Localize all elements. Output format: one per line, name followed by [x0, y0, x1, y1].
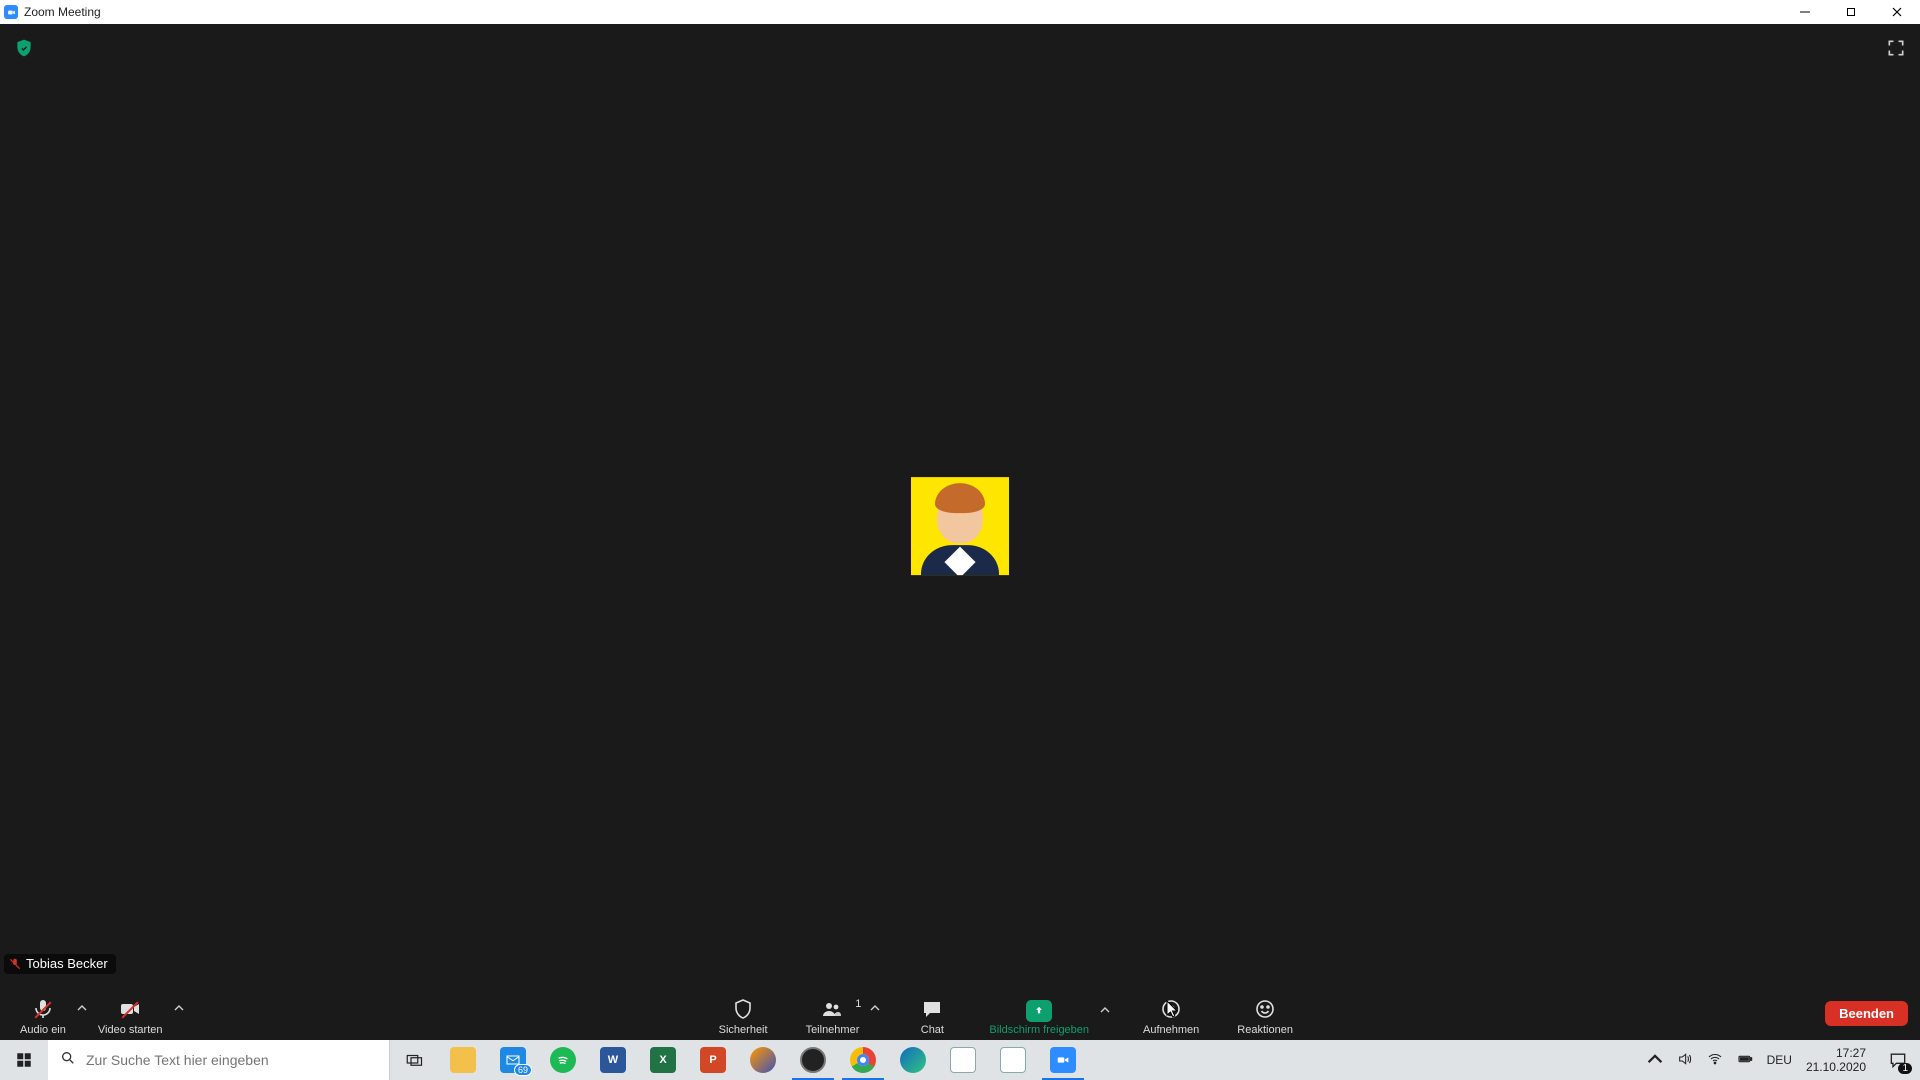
taskbar-app-notepad[interactable] [938, 1040, 988, 1080]
participant-name-text: Tobias Becker [26, 956, 108, 971]
share-label: Bildschirm freigeben [989, 1024, 1089, 1036]
people-icon [819, 996, 845, 1022]
chat-button[interactable]: Chat [905, 996, 959, 1036]
zoom-app-icon [4, 5, 18, 19]
participant-name-overlay: Tobias Becker [4, 954, 116, 974]
battery-icon[interactable] [1737, 1051, 1753, 1070]
share-options-chevron[interactable] [1097, 1005, 1113, 1031]
window-maximize-button[interactable] [1828, 0, 1874, 24]
share-up-arrow-icon [1026, 1000, 1052, 1022]
eclipse-icon [750, 1047, 776, 1073]
microphone-icon [30, 996, 56, 1022]
edge-icon [900, 1047, 926, 1073]
participant-avatar [911, 477, 1009, 575]
reactions-button[interactable]: Reaktionen [1229, 996, 1301, 1036]
window-close-button[interactable] [1874, 0, 1920, 24]
meeting-toolbar: Audio ein Video starten Sicherheit [0, 978, 1920, 1040]
meeting-area: Tobias Becker Audio ein Video starten [0, 24, 1920, 1040]
record-icon [1158, 996, 1184, 1022]
word-icon: W [600, 1047, 626, 1073]
encryption-shield-icon[interactable] [14, 38, 34, 58]
participants-button[interactable]: 1 Teilnehmer [798, 996, 868, 1036]
shield-icon [730, 996, 756, 1022]
enter-fullscreen-button[interactable] [1886, 38, 1906, 58]
taskbar-app-chrome[interactable] [838, 1040, 888, 1080]
start-button[interactable] [0, 1040, 48, 1080]
action-center-button[interactable]: 1 [1876, 1040, 1920, 1080]
chat-label: Chat [921, 1024, 944, 1036]
taskbar-search[interactable] [48, 1040, 390, 1080]
taskbar-app-eclipse[interactable] [738, 1040, 788, 1080]
security-label: Sicherheit [719, 1024, 768, 1036]
audio-label: Audio ein [20, 1024, 66, 1036]
taskbar-app-zoom[interactable] [1038, 1040, 1088, 1080]
taskbar-app-powerpoint[interactable]: P [688, 1040, 738, 1080]
clock-time: 17:27 [1806, 1046, 1866, 1060]
taskbar-search-input[interactable] [86, 1052, 377, 1068]
taskbar-app-spotify[interactable] [538, 1040, 588, 1080]
system-tray: DEU 17:27 21.10.2020 [1637, 1040, 1876, 1080]
folder-icon [450, 1047, 476, 1073]
audio-button[interactable]: Audio ein [12, 996, 74, 1036]
taskbar-app-obs[interactable] [788, 1040, 838, 1080]
taskbar-app-mail[interactable]: 69 [488, 1040, 538, 1080]
obs-icon [800, 1047, 826, 1073]
end-label: Beenden [1839, 1006, 1894, 1021]
wifi-icon[interactable] [1707, 1051, 1723, 1070]
video-options-chevron[interactable] [171, 1003, 187, 1029]
taskbar-app-excel[interactable]: X [638, 1040, 688, 1080]
taskbar-clock[interactable]: 17:27 21.10.2020 [1806, 1046, 1866, 1074]
record-label: Aufnehmen [1143, 1024, 1199, 1036]
task-view-button[interactable] [390, 1040, 438, 1080]
mail-unread-badge: 69 [514, 1064, 532, 1076]
participants-options-chevron[interactable] [867, 1003, 883, 1029]
video-button[interactable]: Video starten [90, 996, 171, 1036]
input-language-indicator[interactable]: DEU [1767, 1053, 1792, 1067]
muted-mic-icon [8, 957, 22, 971]
notepad-icon [950, 1047, 976, 1073]
volume-icon[interactable] [1677, 1051, 1693, 1070]
share-screen-button[interactable]: Bildschirm freigeben [981, 1000, 1097, 1036]
taskbar-app-explorer[interactable] [438, 1040, 488, 1080]
search-icon [60, 1050, 76, 1071]
clock-date: 21.10.2020 [1806, 1060, 1866, 1074]
participants-count: 1 [855, 998, 861, 1010]
audio-options-chevron[interactable] [74, 1003, 90, 1029]
security-button[interactable]: Sicherheit [711, 996, 776, 1036]
smiley-icon [1252, 996, 1278, 1022]
taskbar-app-notepad-2[interactable] [988, 1040, 1038, 1080]
chat-icon [919, 996, 945, 1022]
powerpoint-icon: P [700, 1047, 726, 1073]
notification-count-badge: 1 [1898, 1063, 1912, 1074]
taskbar-apps: 69 W X P [438, 1040, 1088, 1080]
tray-overflow-chevron[interactable] [1647, 1051, 1663, 1070]
video-label: Video starten [98, 1024, 163, 1036]
participants-label: Teilnehmer [806, 1024, 860, 1036]
chrome-icon [850, 1047, 876, 1073]
window-minimize-button[interactable] [1782, 0, 1828, 24]
spotify-icon [550, 1047, 576, 1073]
record-button[interactable]: Aufnehmen [1135, 996, 1207, 1036]
window-title: Zoom Meeting [24, 5, 101, 19]
zoom-icon [1050, 1047, 1076, 1073]
end-meeting-button[interactable]: Beenden [1825, 1001, 1908, 1026]
windows-taskbar: 69 W X P DEU 17:27 [0, 1040, 1920, 1080]
reactions-label: Reaktionen [1237, 1024, 1293, 1036]
excel-icon: X [650, 1047, 676, 1073]
taskbar-app-edge[interactable] [888, 1040, 938, 1080]
taskbar-app-word[interactable]: W [588, 1040, 638, 1080]
notepad-icon [1000, 1047, 1026, 1073]
window-titlebar: Zoom Meeting [0, 0, 1920, 24]
video-camera-icon [117, 996, 143, 1022]
